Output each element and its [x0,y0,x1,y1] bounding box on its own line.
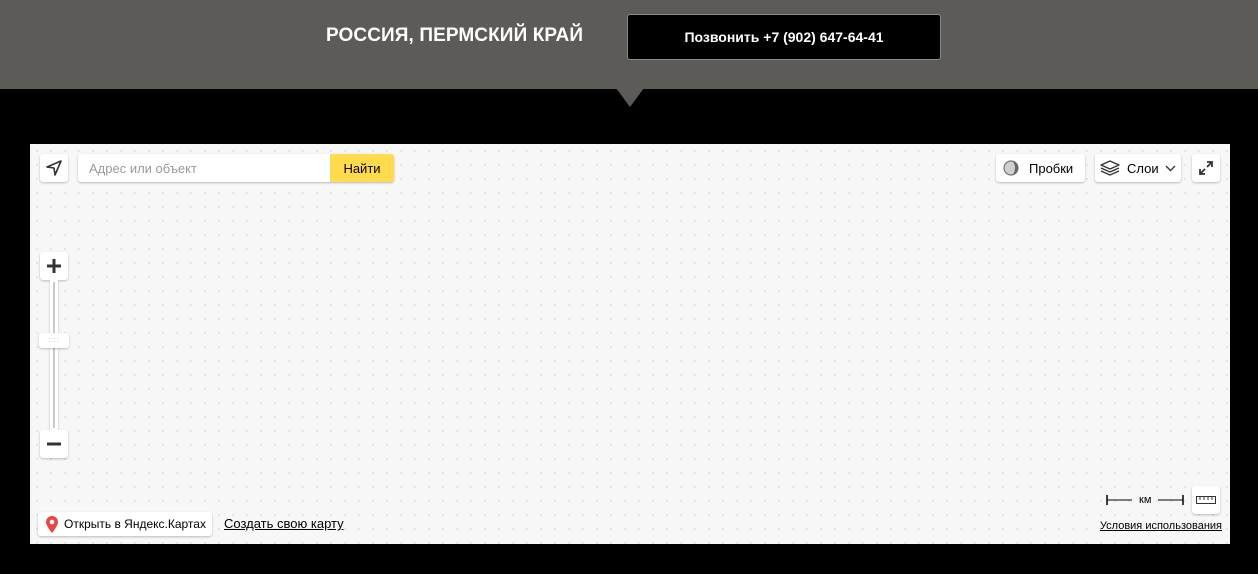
call-button[interactable]: Позвонить +7 (902) 647-64-41 [627,14,941,60]
zoom-in-button[interactable] [40,252,68,280]
map-widget[interactable]: Найти Пробки Слои :::: [30,144,1230,544]
top-bar: РОССИЯ, ПЕРМСКИЙ КРАЙ Позвонить +7 (902)… [0,0,1258,89]
search-box: Найти [78,154,394,182]
chevron-down-icon [1165,165,1176,172]
region-title: РОССИЯ, ПЕРМСКИЙ КРАЙ [326,25,584,46]
zoom-slider-handle[interactable]: :::: [39,333,69,348]
search-button[interactable]: Найти [330,154,394,182]
minus-icon [47,442,61,446]
layers-label: Слои [1127,160,1159,176]
terms-of-use-link[interactable]: Условия использования [1100,520,1222,532]
open-in-yandex-maps-label: Открыть в Яндекс.Картах [64,517,206,531]
grip-icon: :::: [48,337,60,344]
zoom-slider-track[interactable] [50,280,58,430]
expand-icon [1199,161,1213,175]
geolocation-button[interactable] [40,154,68,182]
ruler-button[interactable] [1192,486,1220,514]
traffic-label: Пробки [1029,160,1074,176]
plus-icon [47,259,61,273]
traffic-button[interactable]: Пробки [996,154,1085,182]
map-pin-icon [46,515,58,533]
search-input[interactable] [78,154,330,182]
layers-icon [1100,160,1120,176]
open-in-yandex-maps-button[interactable]: Открыть в Яндекс.Картах [38,512,212,536]
scale-label: км [1139,494,1152,506]
create-map-link[interactable]: Создать свою карту [224,516,344,531]
geolocation-arrow-icon [46,160,62,176]
ruler-icon [1196,496,1216,504]
zoom-slider-line [53,282,55,428]
fullscreen-button[interactable] [1192,154,1220,182]
traffic-icon [1003,160,1019,176]
pointer-arrow [616,88,644,107]
zoom-out-button[interactable] [40,430,68,458]
layers-button[interactable]: Слои [1095,154,1181,182]
